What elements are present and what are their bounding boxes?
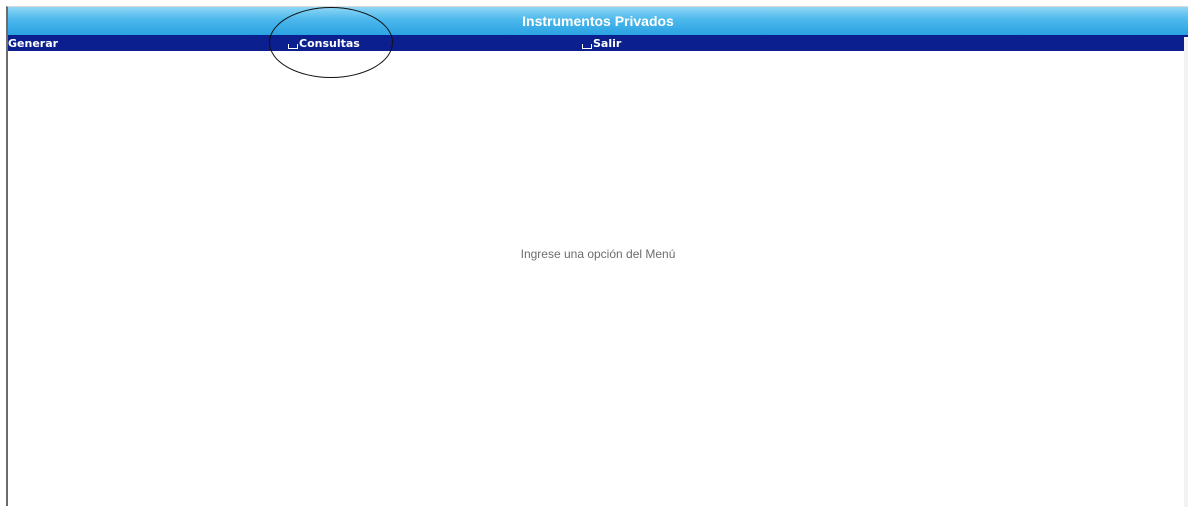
menu-item-salir[interactable]: Salir — [582, 35, 621, 51]
page-title: Instrumentos Privados — [8, 7, 1188, 35]
scrollbar[interactable] — [1184, 37, 1188, 507]
menu-bar: Generar Consultas Salir — [8, 35, 1188, 51]
empty-state-message: Ingrese una opción del Menú — [520, 247, 676, 261]
app-frame: Instrumentos Privados Generar Consultas … — [6, 6, 1188, 507]
collapse-icon — [288, 43, 298, 49]
menu-item-label: Generar — [8, 36, 59, 50]
menu-item-label: Consultas — [299, 36, 360, 50]
menu-item-consultas[interactable]: Consultas — [288, 35, 360, 51]
collapse-icon — [582, 43, 592, 49]
menu-item-generar[interactable]: Generar — [8, 35, 58, 51]
menu-item-label: Salir — [593, 36, 622, 50]
